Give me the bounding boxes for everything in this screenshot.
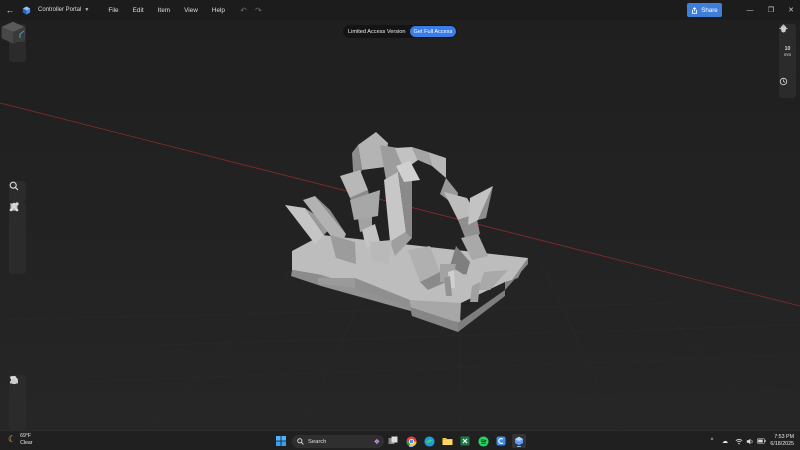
slice-icon[interactable] <box>10 376 25 427</box>
menu-help[interactable]: Help <box>205 7 232 14</box>
maximize-icon[interactable]: ❐ <box>760 0 782 20</box>
close-icon[interactable]: ✕ <box>780 0 800 20</box>
share-label: Share <box>701 6 718 14</box>
zoom-icon[interactable] <box>9 181 25 199</box>
material-icon[interactable] <box>10 376 25 410</box>
layers-icon[interactable] <box>9 25 25 59</box>
app-logo-icon <box>22 5 31 15</box>
active-indicator <box>517 445 521 447</box>
task-view-icon[interactable] <box>386 434 400 448</box>
controller-portal-taskbar-icon[interactable] <box>512 434 526 448</box>
left-edit-toolbar <box>9 202 26 274</box>
tray-chevron-up-icon[interactable]: ^ <box>707 435 717 447</box>
taskbar-search[interactable]: Search ❖ <box>292 435 384 448</box>
share-icon <box>692 6 698 14</box>
box-icon[interactable] <box>10 203 25 237</box>
edge-icon[interactable] <box>422 434 436 448</box>
right-toolbar: 10 mm <box>779 24 796 79</box>
clock-time: 7:53 PM <box>774 434 794 440</box>
moon-icon: ☾ <box>8 434 17 444</box>
search-highlight-icon: ❖ <box>373 438 380 446</box>
app-window: ← Controller Portal ▼ File Edit Item Vie… <box>0 0 800 450</box>
search-placeholder: Search <box>308 438 327 445</box>
undo-icon[interactable]: ↶ <box>236 6 251 15</box>
snap-icon[interactable] <box>779 24 795 76</box>
limited-access-banner: Limited Access Version Get Full Access <box>343 25 458 38</box>
weather-desc: Clear <box>20 439 33 446</box>
chevron-down-icon: ▼ <box>84 7 90 13</box>
history-icon[interactable] <box>779 77 795 95</box>
scene-canvas <box>0 20 800 430</box>
project-name: Controller Portal <box>38 7 82 13</box>
cloud-icon[interactable]: ☁ <box>719 435 731 447</box>
nodes-icon[interactable] <box>9 202 25 254</box>
active-indicator <box>409 445 413 447</box>
right-history-toolbar <box>779 77 796 98</box>
left-bottom-toolbar <box>9 375 26 430</box>
share-button[interactable]: Share <box>687 3 722 17</box>
system-clock[interactable]: 7:53 PM 6/18/2025 <box>766 434 794 448</box>
search-icon <box>297 438 304 445</box>
menu-item[interactable]: Item <box>151 7 177 14</box>
menu-file[interactable]: File <box>101 7 125 14</box>
3d-viewport[interactable]: 10 mm <box>0 20 800 430</box>
file-explorer-icon[interactable] <box>440 434 454 448</box>
left-view-toolbar <box>9 181 26 202</box>
app-c-icon[interactable] <box>494 434 508 448</box>
menu-bar: File Edit Item View Help <box>101 7 232 14</box>
title-bar: ← Controller Portal ▼ File Edit Item Vie… <box>0 0 800 20</box>
tools-icon[interactable] <box>10 202 25 271</box>
excel-icon[interactable] <box>458 434 472 448</box>
get-full-access-button[interactable]: Get Full Access <box>409 26 457 37</box>
clock-date: 6/18/2025 <box>770 441 794 447</box>
back-arrow-icon[interactable]: ← <box>0 0 20 20</box>
weather-widget[interactable]: ☾ 69°F Clear <box>8 433 32 446</box>
grid-size-icon[interactable]: 10 mm <box>780 44 795 59</box>
menu-edit[interactable]: Edit <box>126 7 151 14</box>
project-selector[interactable]: Controller Portal ▼ <box>38 7 89 13</box>
taskbar: ☾ 69°F Clear Search ❖ ^ ☁ 7:53 PM 6/18/2… <box>0 430 800 450</box>
menu-view[interactable]: View <box>177 7 205 14</box>
spotify-icon[interactable] <box>476 434 490 448</box>
chrome-icon[interactable] <box>404 434 418 448</box>
view-cube-icon[interactable] <box>0 20 26 44</box>
weather-temp: 69°F <box>20 433 32 439</box>
minimize-icon[interactable]: — <box>739 0 761 20</box>
grid-unit: mm <box>784 51 791 57</box>
redo-icon[interactable]: ↷ <box>251 6 266 15</box>
banner-text: Limited Access Version <box>348 28 406 35</box>
start-icon[interactable] <box>274 434 288 448</box>
